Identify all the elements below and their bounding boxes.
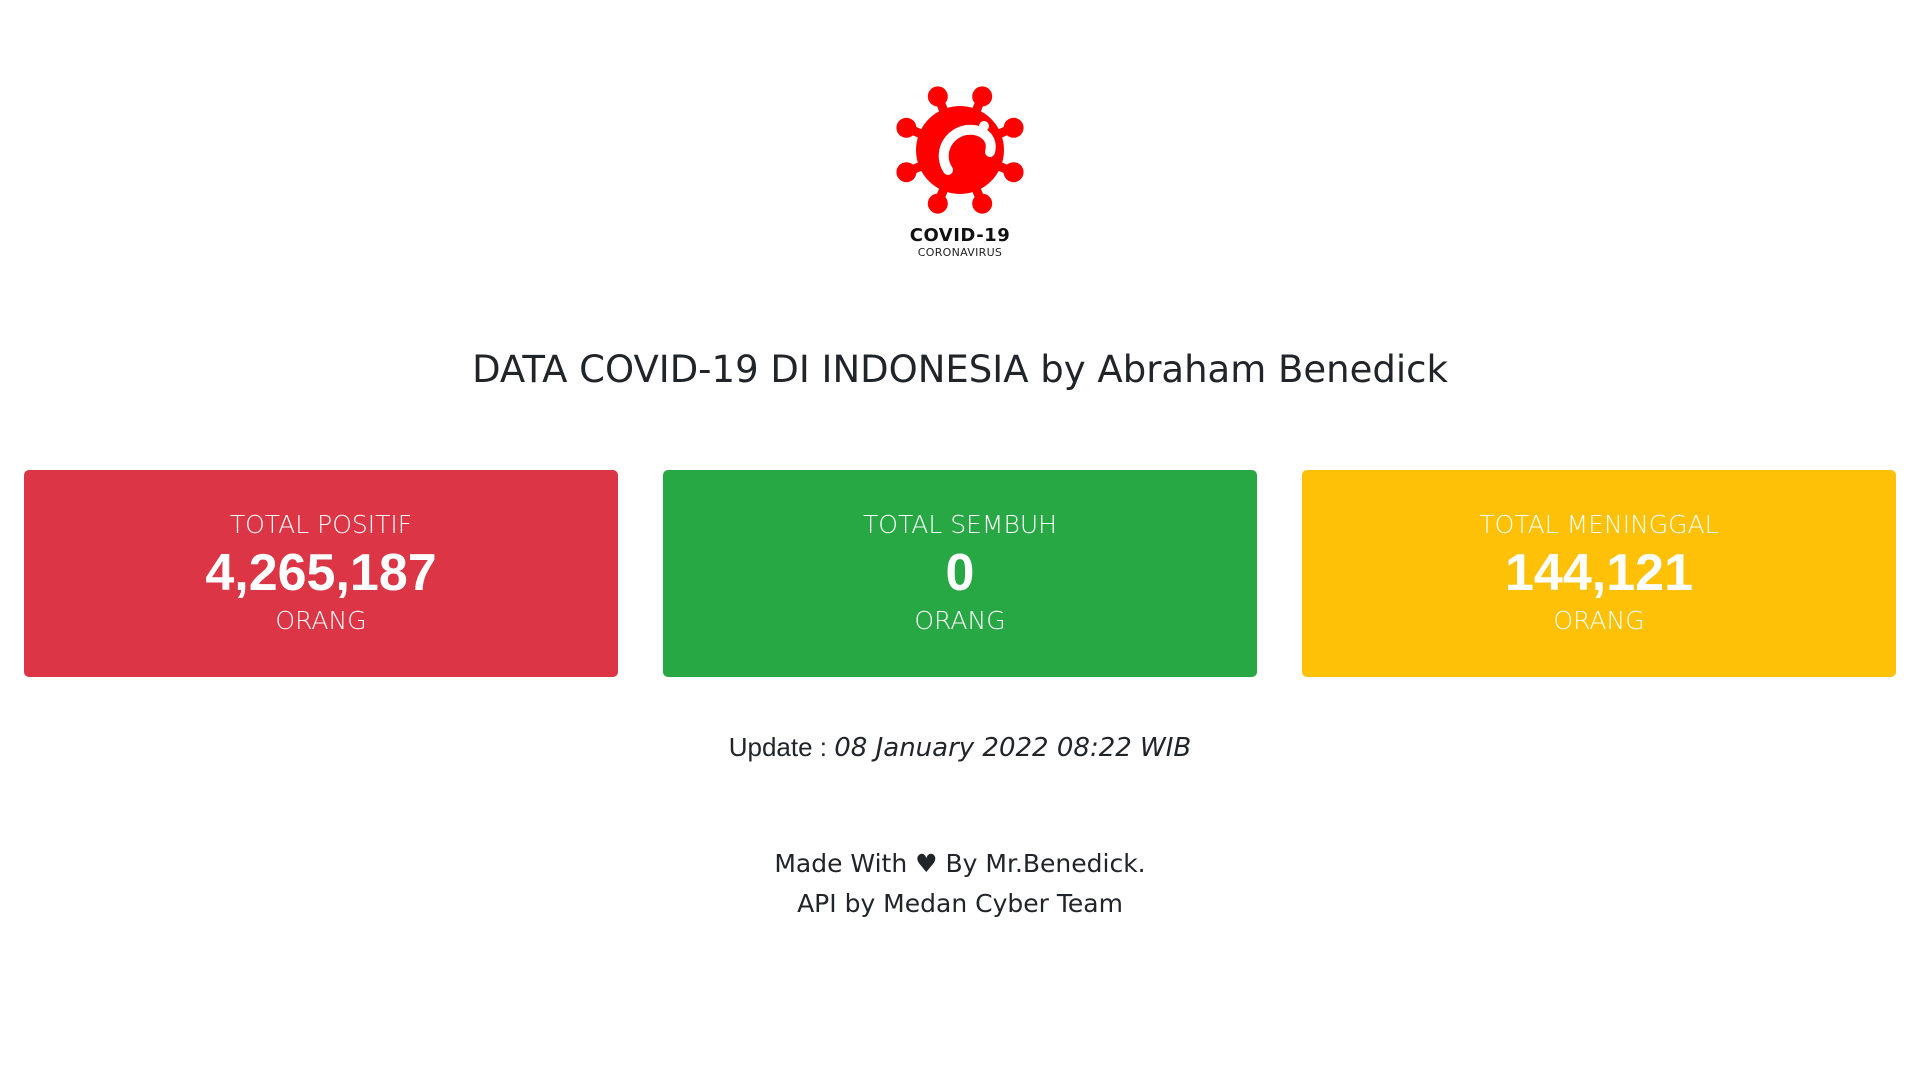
covid-logo: COVID-19 CORONAVIRUS [0,80,1920,259]
stats-cards: TOTAL POSITIF 4,265,187 ORANG TOTAL SEMB… [24,470,1896,677]
footer-credit: Made With ♥ By Mr.Benedick. [774,849,1146,878]
footer-api-credit: API by Medan Cyber Team [797,889,1123,918]
page: COVID-19 CORONAVIRUS DATA COVID-19 DI IN… [0,0,1920,1080]
card-label: TOTAL SEMBUH [863,510,1057,539]
card-unit: ORANG [1553,606,1645,635]
page-title: DATA COVID-19 DI INDONESIA by Abraham Be… [472,348,1448,391]
card-value: 4,265,187 [205,544,437,602]
logo-subtitle: CORONAVIRUS [917,246,1003,259]
card-unit: ORANG [914,606,1006,635]
card-total-sembuh: TOTAL SEMBUH 0 ORANG [663,470,1257,677]
card-total-meninggal: TOTAL MENINGGAL 144,121 ORANG [1302,470,1896,677]
card-unit: ORANG [275,606,367,635]
card-total-positif: TOTAL POSITIF 4,265,187 ORANG [24,470,618,677]
card-value: 144,121 [1505,544,1693,602]
card-label: TOTAL POSITIF [229,510,413,539]
virus-icon [896,86,1024,214]
update-label: Update : [728,732,828,762]
card-label: TOTAL MENINGGAL [1479,510,1719,539]
footer: Made With ♥ By Mr.Benedick. API by Medan… [0,844,1920,924]
update-value: 08 January 2022 08:22 WIB [834,733,1192,763]
card-value: 0 [945,544,975,602]
logo-title: COVID-19 [909,225,1011,246]
update-timestamp: Update : 08 January 2022 08:22 WIB [0,730,1920,765]
